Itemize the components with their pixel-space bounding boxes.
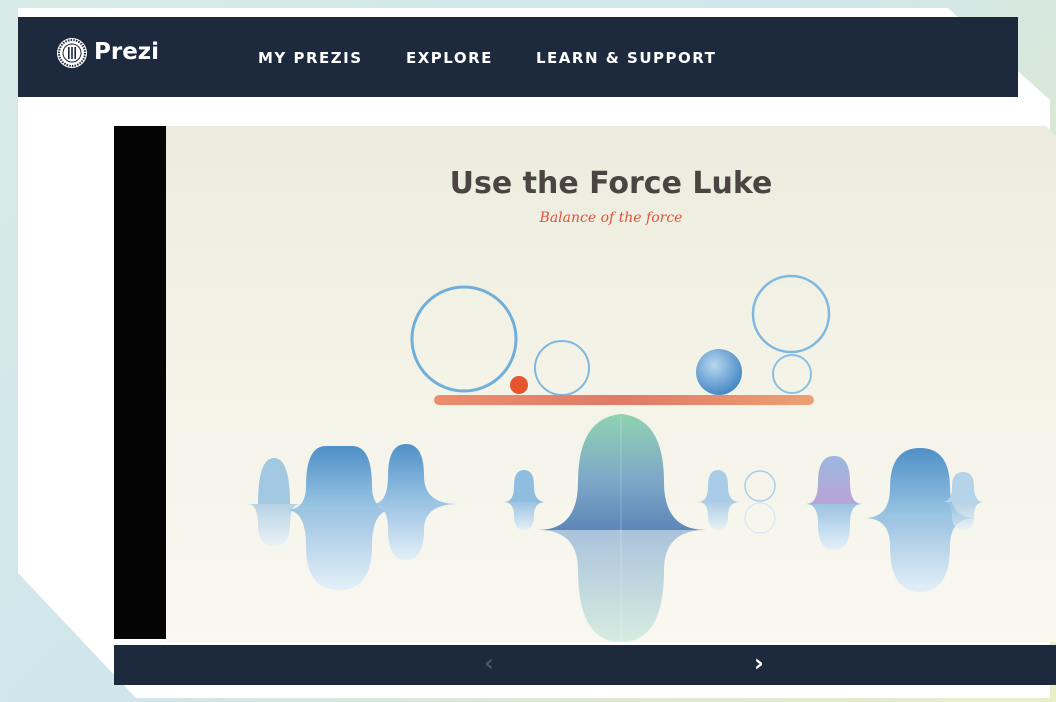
slide-subtitle: Balance of the force bbox=[539, 210, 683, 226]
viewer-side-panel bbox=[114, 126, 168, 639]
nav-explore[interactable]: EXPLORE bbox=[406, 49, 493, 67]
presentation-controls: ‹ › bbox=[114, 645, 1056, 685]
slide-artwork bbox=[248, 274, 984, 642]
presentation-slide[interactable]: Use the Force Luke Balance of the force bbox=[166, 126, 1056, 642]
slide-title: Use the Force Luke bbox=[449, 166, 773, 201]
nav-learn-support[interactable]: LEARN & SUPPORT bbox=[536, 49, 716, 67]
chevron-left-icon[interactable]: ‹ bbox=[484, 649, 494, 677]
nav-my-prezis[interactable]: MY PREZIS bbox=[258, 49, 363, 67]
top-navbar: Prezi MY PREZIS EXPLORE LEARN & SUPPORT bbox=[18, 17, 1018, 97]
chevron-right-icon[interactable]: › bbox=[754, 649, 764, 677]
brand-name[interactable]: Prezi bbox=[94, 39, 159, 65]
prezi-logo-icon[interactable] bbox=[56, 37, 88, 69]
